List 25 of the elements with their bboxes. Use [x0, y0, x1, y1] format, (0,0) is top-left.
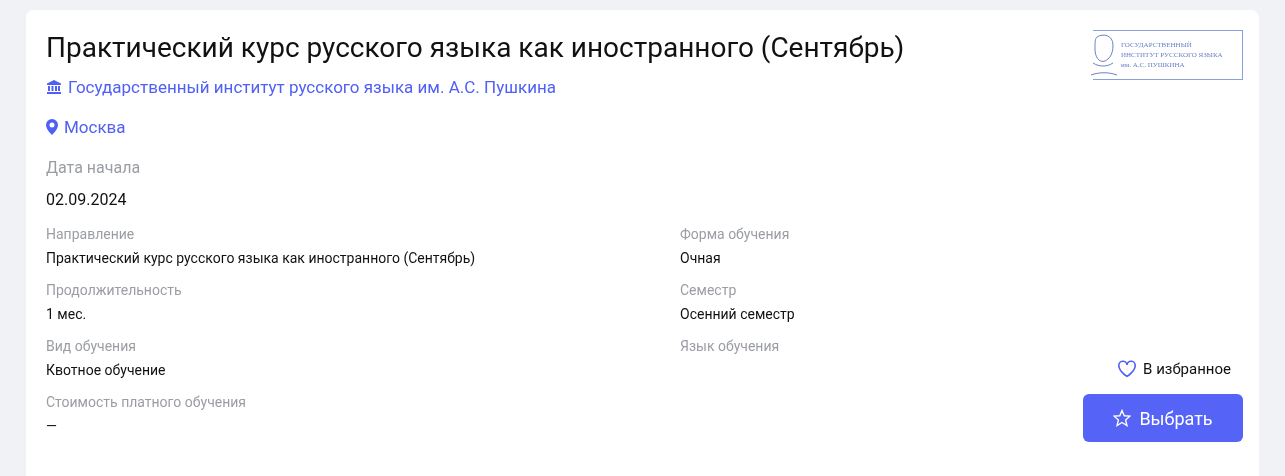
city-link[interactable]: Москва — [46, 114, 126, 140]
course-title: Практический курс русского языка как иностранного (Сентябрь) — [46, 30, 905, 66]
heart-icon — [1117, 359, 1138, 378]
field-label: Продолжительность — [46, 281, 182, 300]
field-value: Очная — [680, 249, 721, 268]
field-label: Язык обучения — [680, 337, 780, 356]
field-value: 02.09.2024 — [46, 189, 127, 211]
field-label: Форма обучения — [680, 225, 790, 244]
field-value: Квотное обучение — [46, 361, 166, 380]
star-icon — [1113, 409, 1132, 427]
location-pin-icon — [46, 119, 58, 135]
field-value: — — [46, 417, 57, 436]
field-label: Вид обучения — [46, 337, 136, 356]
museum-icon — [46, 79, 62, 95]
institution-link[interactable]: Государственный институт русского языка им. А.С. Пушкина — [46, 74, 556, 100]
favorite-button[interactable]: В избранное — [1117, 357, 1231, 380]
field-value: Практический курс русского языка как иностранного (Сентябрь) — [46, 249, 476, 269]
field-label: Стоимость платного обучения — [46, 393, 247, 412]
field-label: Дата начала — [46, 157, 141, 179]
select-button[interactable]: Выбрать — [1083, 394, 1243, 442]
field-value: 1 мес. — [46, 305, 87, 324]
field-value: Осенний семестр — [680, 305, 795, 324]
field-label: Направление — [46, 225, 135, 244]
field-label: Семестр — [680, 281, 737, 300]
portrait-sketch-drawing — [1089, 33, 1119, 77]
